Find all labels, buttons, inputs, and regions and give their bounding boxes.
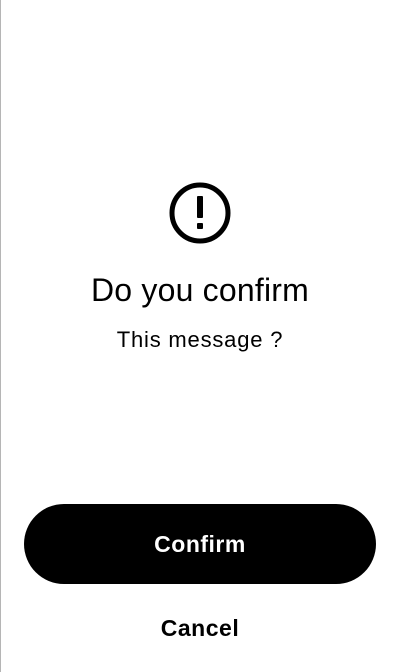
dialog-message: This message ?	[116, 327, 284, 352]
dialog-title: Do you confirm	[91, 272, 309, 308]
confirm-button[interactable]: Confirm	[24, 504, 376, 584]
cancel-button[interactable]: Cancel	[0, 610, 400, 646]
exclamation-circle-icon	[169, 182, 231, 244]
